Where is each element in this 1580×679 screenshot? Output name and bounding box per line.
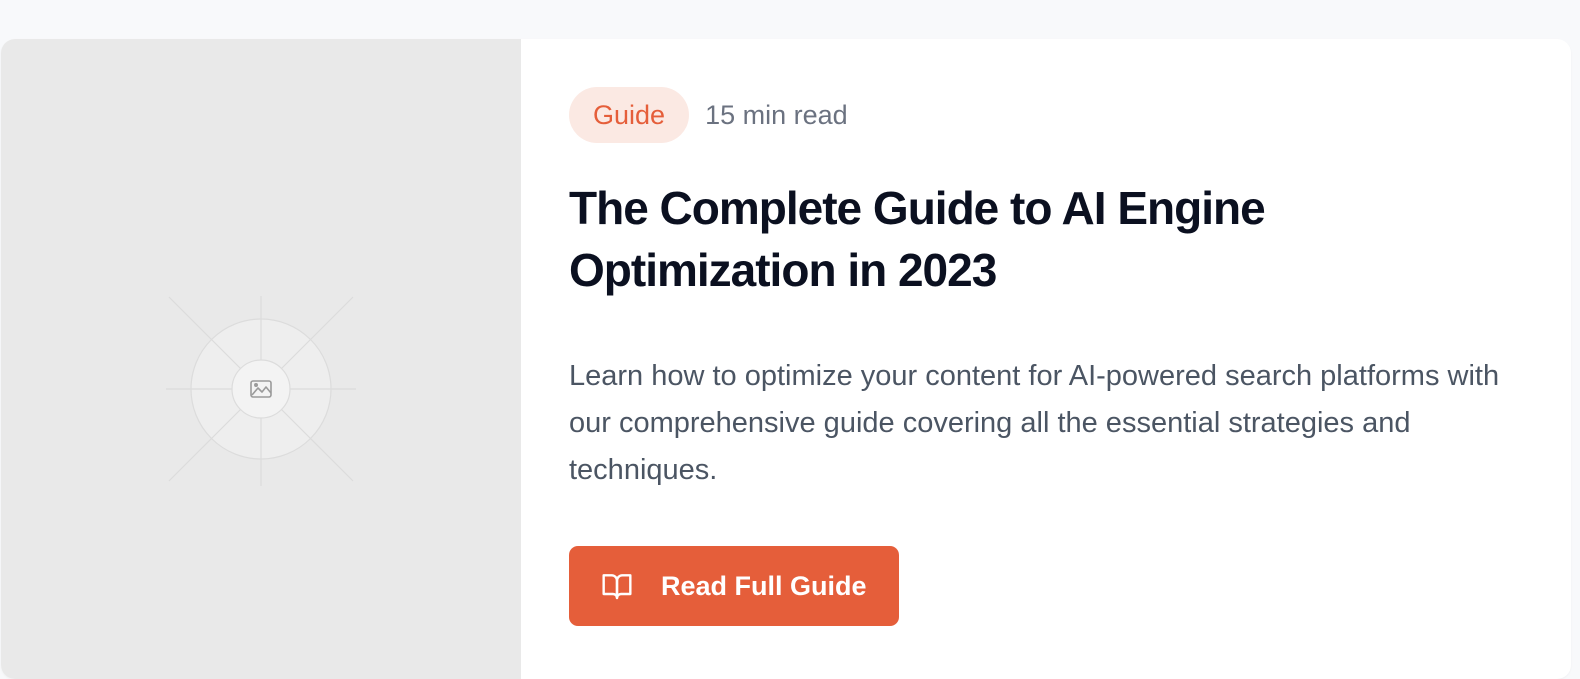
read-time: 15 min read (705, 99, 848, 130)
card-meta: Guide 15 min read (569, 87, 1571, 143)
book-open-icon (601, 570, 633, 602)
read-full-guide-button[interactable]: Read Full Guide (569, 546, 899, 626)
card-image (1, 39, 521, 679)
read-full-guide-label: Read Full Guide (661, 570, 867, 601)
category-badge: Guide (569, 87, 690, 143)
guide-card: Guide 15 min read The Complete Guide to … (1, 39, 1571, 679)
card-title[interactable]: The Complete Guide to AI Engine Optimiza… (569, 177, 1309, 301)
card-content: Guide 15 min read The Complete Guide to … (521, 39, 1571, 679)
card-description: Learn how to optimize your content for A… (569, 360, 1500, 486)
image-placeholder-icon (166, 296, 356, 486)
